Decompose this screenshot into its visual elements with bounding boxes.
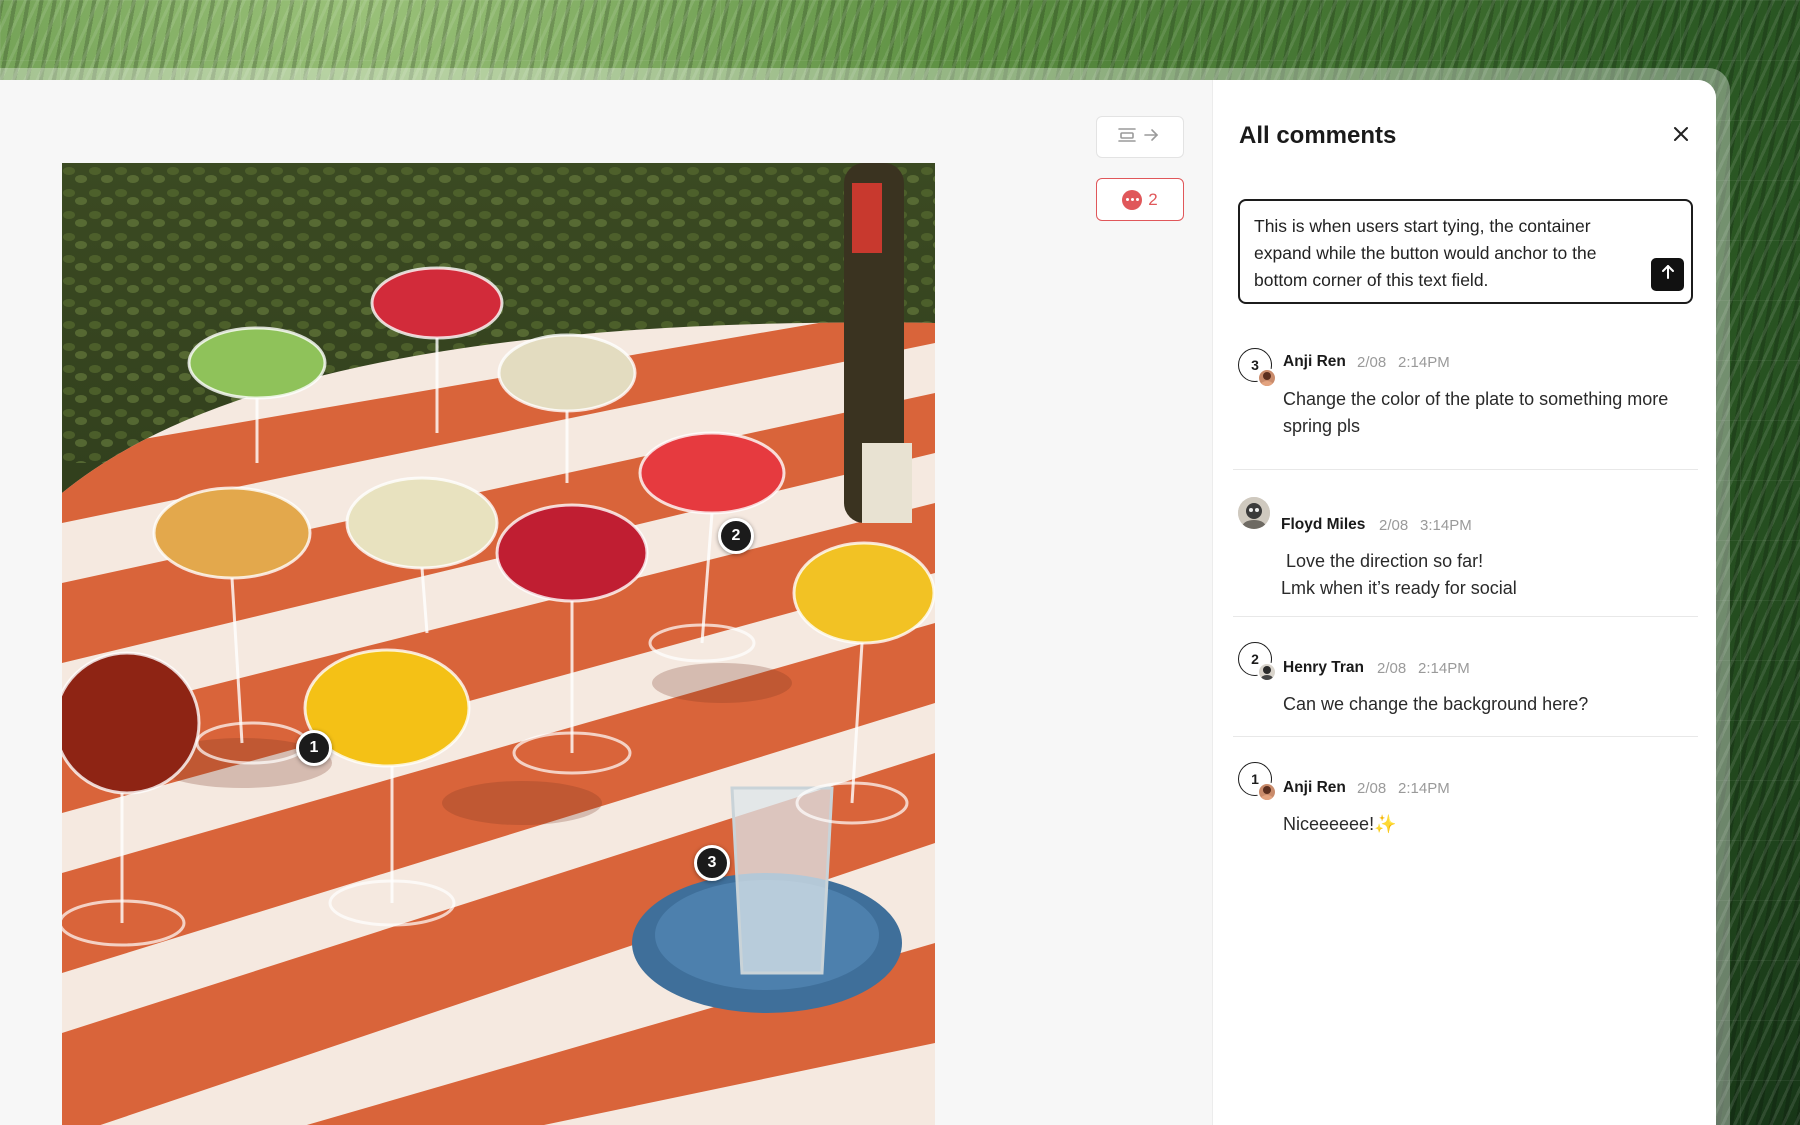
comment-author: Floyd Miles [1281, 516, 1366, 533]
comment-time: 3:14PM [1420, 517, 1472, 534]
comment-time: 2:14PM [1398, 354, 1450, 371]
comment-input-text[interactable]: This is when users start tying, the cont… [1254, 213, 1639, 294]
comment-body: Can we change the background here? [1283, 694, 1589, 714]
panel-title: All comments [1239, 122, 1397, 149]
comment-date: 2/08 [1357, 354, 1387, 371]
comment-pin-avatar: 3 [1238, 348, 1277, 388]
comment-author: Anji Ren [1283, 353, 1346, 370]
collapse-panel-button[interactable] [1096, 116, 1184, 158]
comment-item[interactable]: 3 Anji Ren 2/08 2:14PM Change the color … [1233, 340, 1698, 470]
comment-pin-avatar: 2 [1238, 642, 1277, 682]
comment-item[interactable]: 1 Anji Ren 2/08 2:14PM Niceeeeee!✨ [1233, 737, 1698, 857]
avatar [1257, 662, 1277, 682]
comment-date: 2/08 [1377, 660, 1407, 677]
annotation-pin-1[interactable]: 1 [296, 730, 332, 766]
comment-item[interactable]: 2 Henry Tran 2/08 2:14PM Can we change t… [1233, 617, 1698, 737]
comment-date: 2/08 [1357, 780, 1387, 797]
annotation-pin-2[interactable]: 2 [718, 518, 754, 554]
arrow-up-icon [1659, 263, 1677, 286]
avatar [1257, 368, 1277, 388]
comment-pin-avatar: 1 [1238, 762, 1277, 802]
close-icon[interactable] [1669, 122, 1693, 146]
annotation-pin-3[interactable]: 3 [694, 845, 730, 881]
comment-body: Change the color of the plate to somethi… [1283, 389, 1669, 436]
app-window: 1 2 3 2 All comments This is when users … [0, 80, 1716, 1125]
avatar [1238, 497, 1272, 531]
avatar [1257, 782, 1277, 802]
comment-bubble-icon [1122, 189, 1143, 210]
comment-input[interactable]: This is when users start tying, the cont… [1238, 199, 1693, 304]
comment-count-button[interactable]: 2 [1096, 178, 1184, 221]
comment-count: 2 [1148, 189, 1158, 209]
comment-item[interactable]: Floyd Miles 2/08 3:14PM Love the directi… [1233, 470, 1698, 617]
cocktail-photo[interactable]: 1 2 3 [62, 163, 935, 1125]
send-button[interactable] [1651, 258, 1684, 291]
comment-author: Henry Tran [1283, 659, 1364, 676]
comment-body-line: Love the direction so far! [1281, 551, 1484, 571]
canvas-area: 1 2 3 2 [0, 80, 1212, 1125]
comment-body-line: Lmk when it’s ready for social [1281, 578, 1517, 598]
collapse-panel-icon [1117, 125, 1163, 150]
comment-time: 2:14PM [1398, 780, 1450, 797]
comments-panel: All comments This is when users start ty… [1212, 80, 1716, 1125]
comment-time: 2:14PM [1418, 660, 1470, 677]
comment-date: 2/08 [1379, 517, 1409, 534]
comment-body: Niceeeeee!✨ [1283, 814, 1397, 834]
comment-author: Anji Ren [1283, 779, 1346, 796]
comment-body: Love the direction so far! Lmk when it’s … [1281, 548, 1681, 602]
